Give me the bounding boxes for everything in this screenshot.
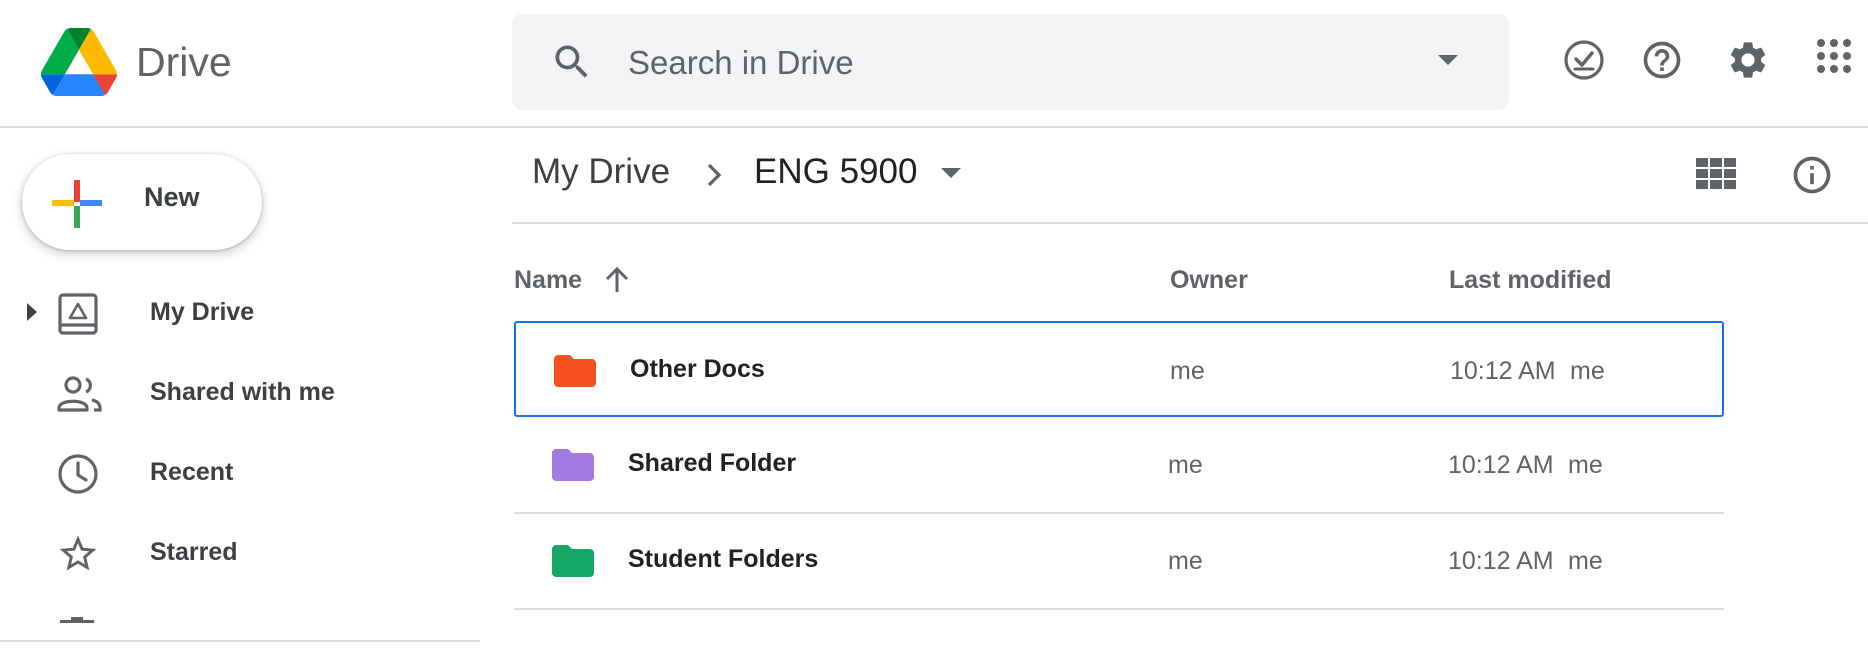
file-name: Shared Folder (628, 449, 797, 477)
sort-ascending-arrow-icon[interactable] (604, 266, 630, 294)
drive-logo-icon[interactable] (40, 28, 118, 96)
header-divider (0, 126, 1868, 128)
search-bar[interactable] (512, 14, 1509, 110)
sidebar-item-shared-with-me[interactable]: Shared with me (0, 354, 478, 434)
sidebar-item-starred[interactable]: Starred (0, 514, 478, 594)
file-name: Other Docs (630, 355, 765, 383)
file-modified-by: me (1568, 451, 1603, 479)
trash-icon[interactable] (60, 617, 94, 623)
my-drive-icon (56, 292, 100, 336)
file-owner: me (1168, 451, 1203, 479)
sidebar-item-label: Shared with me (150, 378, 335, 406)
folder-icon (552, 449, 594, 481)
column-header-owner[interactable]: Owner (1170, 266, 1248, 295)
table-row[interactable]: Shared Folder me 10:12 AM me (514, 417, 1724, 513)
search-icon[interactable] (550, 40, 594, 84)
table-row[interactable]: Student Folders me 10:12 AM me (514, 513, 1724, 609)
apps-grid-icon[interactable] (1816, 38, 1852, 74)
search-input[interactable] (626, 38, 1390, 88)
settings-icon[interactable] (1726, 38, 1770, 82)
folder-icon (554, 355, 596, 387)
breadcrumb-my-drive[interactable]: My Drive (532, 152, 670, 192)
new-button[interactable]: New (22, 154, 262, 250)
people-icon (56, 372, 104, 416)
file-owner: me (1168, 547, 1203, 575)
file-name: Student Folders (628, 545, 819, 573)
expand-arrow-icon[interactable] (26, 302, 38, 322)
sidebar-item-my-drive[interactable]: My Drive (0, 274, 478, 354)
breadcrumb-divider (512, 222, 1868, 224)
help-icon[interactable] (1640, 38, 1684, 82)
table-row[interactable]: Other Docs me 10:12 AM me (514, 321, 1724, 417)
sidebar-item-recent[interactable]: Recent (0, 434, 478, 514)
sidebar-item-label: Recent (150, 458, 234, 486)
sidebar-item-label: Starred (150, 538, 238, 566)
breadcrumb-current-folder[interactable]: ENG 5900 (754, 152, 917, 192)
file-modified-time: 10:12 AM (1448, 451, 1554, 479)
ready-for-offline-icon[interactable] (1562, 38, 1606, 82)
file-owner: me (1170, 357, 1205, 385)
app-name: Drive (136, 39, 232, 85)
sidebar-item-label: My Drive (150, 298, 255, 326)
row-divider (514, 608, 1724, 610)
folder-menu-dropdown-icon[interactable] (940, 166, 962, 180)
grid-view-icon[interactable] (1694, 156, 1738, 192)
new-button-label: New (144, 182, 200, 212)
sidebar-divider (0, 640, 480, 642)
chevron-right-icon (702, 160, 726, 190)
folder-icon (552, 545, 594, 577)
file-modified-by: me (1568, 547, 1603, 575)
file-modified-time: 10:12 AM (1448, 547, 1554, 575)
star-icon (56, 532, 100, 576)
info-icon[interactable] (1790, 153, 1834, 197)
clock-icon (56, 452, 100, 496)
column-header-last-modified[interactable]: Last modified (1449, 266, 1612, 295)
file-modified-by: me (1570, 357, 1605, 385)
column-header-name[interactable]: Name (514, 266, 582, 295)
search-options-dropdown-icon[interactable] (1436, 52, 1460, 68)
plus-icon (52, 178, 102, 228)
file-modified-time: 10:12 AM (1450, 357, 1556, 385)
